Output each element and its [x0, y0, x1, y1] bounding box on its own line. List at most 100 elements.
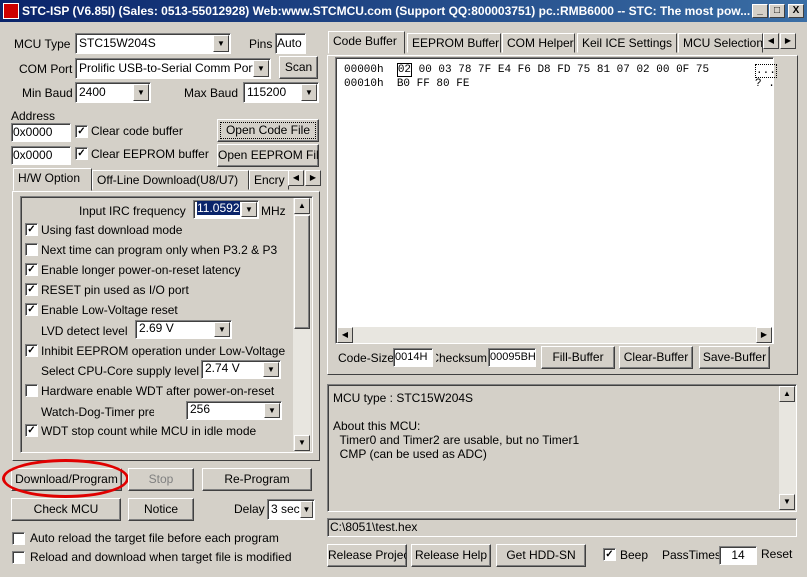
check-mcu-button[interactable]: Check MCU — [11, 498, 121, 521]
reload-download-label: Reload and download when target file is … — [30, 550, 292, 564]
tab-keil-ice[interactable]: Keil ICE Settings — [577, 33, 677, 53]
longer-reset-checkbox[interactable]: ✓ — [25, 263, 38, 276]
chevron-down-icon: ▼ — [300, 501, 313, 518]
low-voltage-checkbox[interactable]: ✓ — [25, 303, 38, 316]
chevron-down-icon: ▼ — [264, 403, 280, 418]
irc-select[interactable]: 11.0592 ▼ — [193, 200, 259, 219]
open-code-file-button[interactable]: Open Code File — [217, 119, 319, 142]
delay-select[interactable]: 3 sec ▼ — [267, 499, 315, 520]
clear-code-checkbox[interactable]: ✓ — [75, 125, 88, 138]
scan-button[interactable]: Scan — [279, 56, 318, 79]
min-baud-label: Min Baud — [22, 86, 73, 100]
hex-hscrollbar[interactable]: ◀ ▶ — [337, 327, 772, 343]
minimize-button[interactable]: _ — [752, 4, 768, 18]
reset-link[interactable]: Reset — [761, 547, 792, 561]
low-voltage-label: Enable Low-Voltage reset — [41, 303, 178, 317]
cpu-level-select[interactable]: 2.74 V ▼ — [201, 360, 281, 379]
eeprom-address-input[interactable]: 0x0000 — [11, 146, 71, 165]
release-project-label: Release Project — [328, 548, 407, 562]
scroll-right-icon[interactable]: ▶ — [756, 327, 772, 343]
scroll-left-icon[interactable]: ◀ — [337, 327, 353, 343]
min-baud-select[interactable]: 2400 ▼ — [75, 82, 151, 103]
hex-bytes: B0 FF 80 FE — [396, 78, 470, 90]
options-list: Input IRC frequency 11.0592 ▼ MHz ✓ Using… — [20, 196, 313, 453]
options-scrollbar[interactable]: ▲ ▼ — [293, 198, 311, 451]
mcu-type-select[interactable]: STC15W204S ▼ — [75, 33, 231, 54]
fill-buffer-button[interactable]: Fill-Buffer — [541, 346, 615, 369]
hex-ascii: ... — [755, 64, 777, 78]
tab-scroll-right-icon[interactable]: ▶ — [305, 170, 321, 186]
beep-label: Beep — [620, 548, 649, 562]
scroll-down-icon[interactable]: ▼ — [779, 494, 795, 510]
reset-pin-label: RESET pin used as I/O port — [41, 283, 189, 297]
cpu-level-value: 2.74 V — [205, 361, 240, 375]
next-time-checkbox[interactable] — [25, 243, 38, 256]
wdt-stop-checkbox[interactable]: ✓ — [25, 424, 38, 437]
com-port-select[interactable]: Prolific USB-to-Serial Comm Port ▼ — [75, 58, 271, 79]
clear-buffer-button[interactable]: Clear-Buffer — [619, 346, 693, 369]
open-eeprom-file-button[interactable]: Open EEPROM File — [217, 144, 319, 167]
scroll-up-icon[interactable]: ▲ — [294, 198, 310, 214]
fast-download-checkbox[interactable]: ✓ — [25, 223, 38, 236]
get-hdd-sn-button[interactable]: Get HDD-SN — [496, 544, 586, 567]
info-line: CMP (can be used as ADC) — [333, 447, 487, 461]
lvd-select[interactable]: 2.69 V ▼ — [135, 320, 232, 339]
clear-eeprom-label: Clear EEPROM buffer — [91, 147, 209, 161]
notice-button[interactable]: Notice — [128, 498, 194, 521]
address-label: Address — [11, 109, 56, 123]
tab-code-buffer[interactable]: Code Buffer — [328, 31, 405, 54]
wdt-stop-label: WDT stop count while MCU in idle mode — [41, 424, 257, 438]
delay-label: Delay — [234, 502, 265, 516]
tab-scroll-left-icon[interactable]: ◀ — [288, 170, 304, 186]
tab-scroll-left-icon[interactable]: ◀ — [763, 33, 779, 49]
clear-eeprom-checkbox[interactable]: ✓ — [75, 147, 88, 160]
maximize-button[interactable]: □ — [769, 4, 785, 18]
tab-eeprom-buffer[interactable]: EEPROM Buffer — [407, 33, 501, 53]
hw-wdt-checkbox[interactable] — [25, 384, 38, 397]
info-scrollbar[interactable]: ▲ ▼ — [779, 386, 796, 510]
tab-hw-option[interactable]: H/W Option — [13, 168, 92, 191]
pins-select[interactable]: Auto — [275, 33, 306, 54]
tab-encrypt[interactable]: Encry — [249, 170, 289, 190]
hex-ascii: ? . — [755, 78, 775, 90]
tab-offline-download[interactable]: Off-Line Download(U8/U7) — [92, 170, 249, 190]
reprogram-button[interactable]: Re-Program — [202, 468, 312, 491]
scroll-thumb[interactable] — [294, 215, 310, 329]
inhibit-eeprom-checkbox[interactable]: ✓ — [25, 344, 38, 357]
beep-checkbox[interactable]: ✓ — [603, 548, 616, 561]
close-button[interactable]: X — [788, 4, 804, 18]
chevron-down-icon: ▼ — [241, 202, 257, 217]
tab-scroll-right-icon[interactable]: ▶ — [780, 33, 796, 49]
hex-view[interactable]: 00000h 02 00 03 78 7F E4 F6 D8 FD 75 81 … — [335, 57, 777, 344]
save-buffer-button[interactable]: Save-Buffer — [699, 346, 770, 369]
hex-address: 00000h — [344, 64, 384, 76]
hex-row: 00010h B0 FF 80 FE — [344, 78, 469, 90]
auto-reload-label: Auto reload the target file before each … — [30, 531, 279, 545]
max-baud-select[interactable]: 115200 ▼ — [243, 82, 319, 103]
info-line: Timer0 and Timer2 are usable, but no Tim… — [333, 433, 580, 447]
hex-cursor-byte: 02 — [396, 63, 413, 77]
tab-com-helper[interactable]: COM Helper — [502, 33, 575, 53]
max-baud-value: 115200 — [247, 85, 287, 99]
delay-value: 3 sec — [271, 502, 300, 516]
chevron-down-icon: ▼ — [263, 362, 279, 377]
code-size-label: Code-Size — [338, 351, 395, 365]
pass-times-label: PassTimes — [662, 548, 721, 562]
lvd-value: 2.69 V — [139, 321, 174, 335]
scroll-up-icon[interactable]: ▲ — [779, 386, 795, 402]
tab-mcu-selection[interactable]: MCU Selection — [678, 33, 763, 53]
chevron-down-icon: ▼ — [133, 84, 149, 101]
hex-address: 00010h — [344, 78, 384, 90]
reset-pin-checkbox[interactable]: ✓ — [25, 283, 38, 296]
clear-code-label: Clear code buffer — [91, 124, 183, 138]
reload-download-checkbox[interactable] — [12, 551, 25, 564]
code-address-input[interactable]: 0x0000 — [11, 123, 71, 142]
stop-button[interactable]: Stop — [128, 468, 194, 491]
release-help-button[interactable]: Release Help — [411, 544, 491, 567]
scroll-down-icon[interactable]: ▼ — [294, 435, 310, 451]
release-project-button[interactable]: Release Project — [327, 544, 407, 567]
longer-reset-label: Enable longer power-on-reset latency — [41, 263, 241, 277]
auto-reload-checkbox[interactable] — [12, 532, 25, 545]
com-port-label: COM Port — [19, 62, 73, 76]
wdt-prescale-select[interactable]: 256 ▼ — [186, 401, 282, 420]
